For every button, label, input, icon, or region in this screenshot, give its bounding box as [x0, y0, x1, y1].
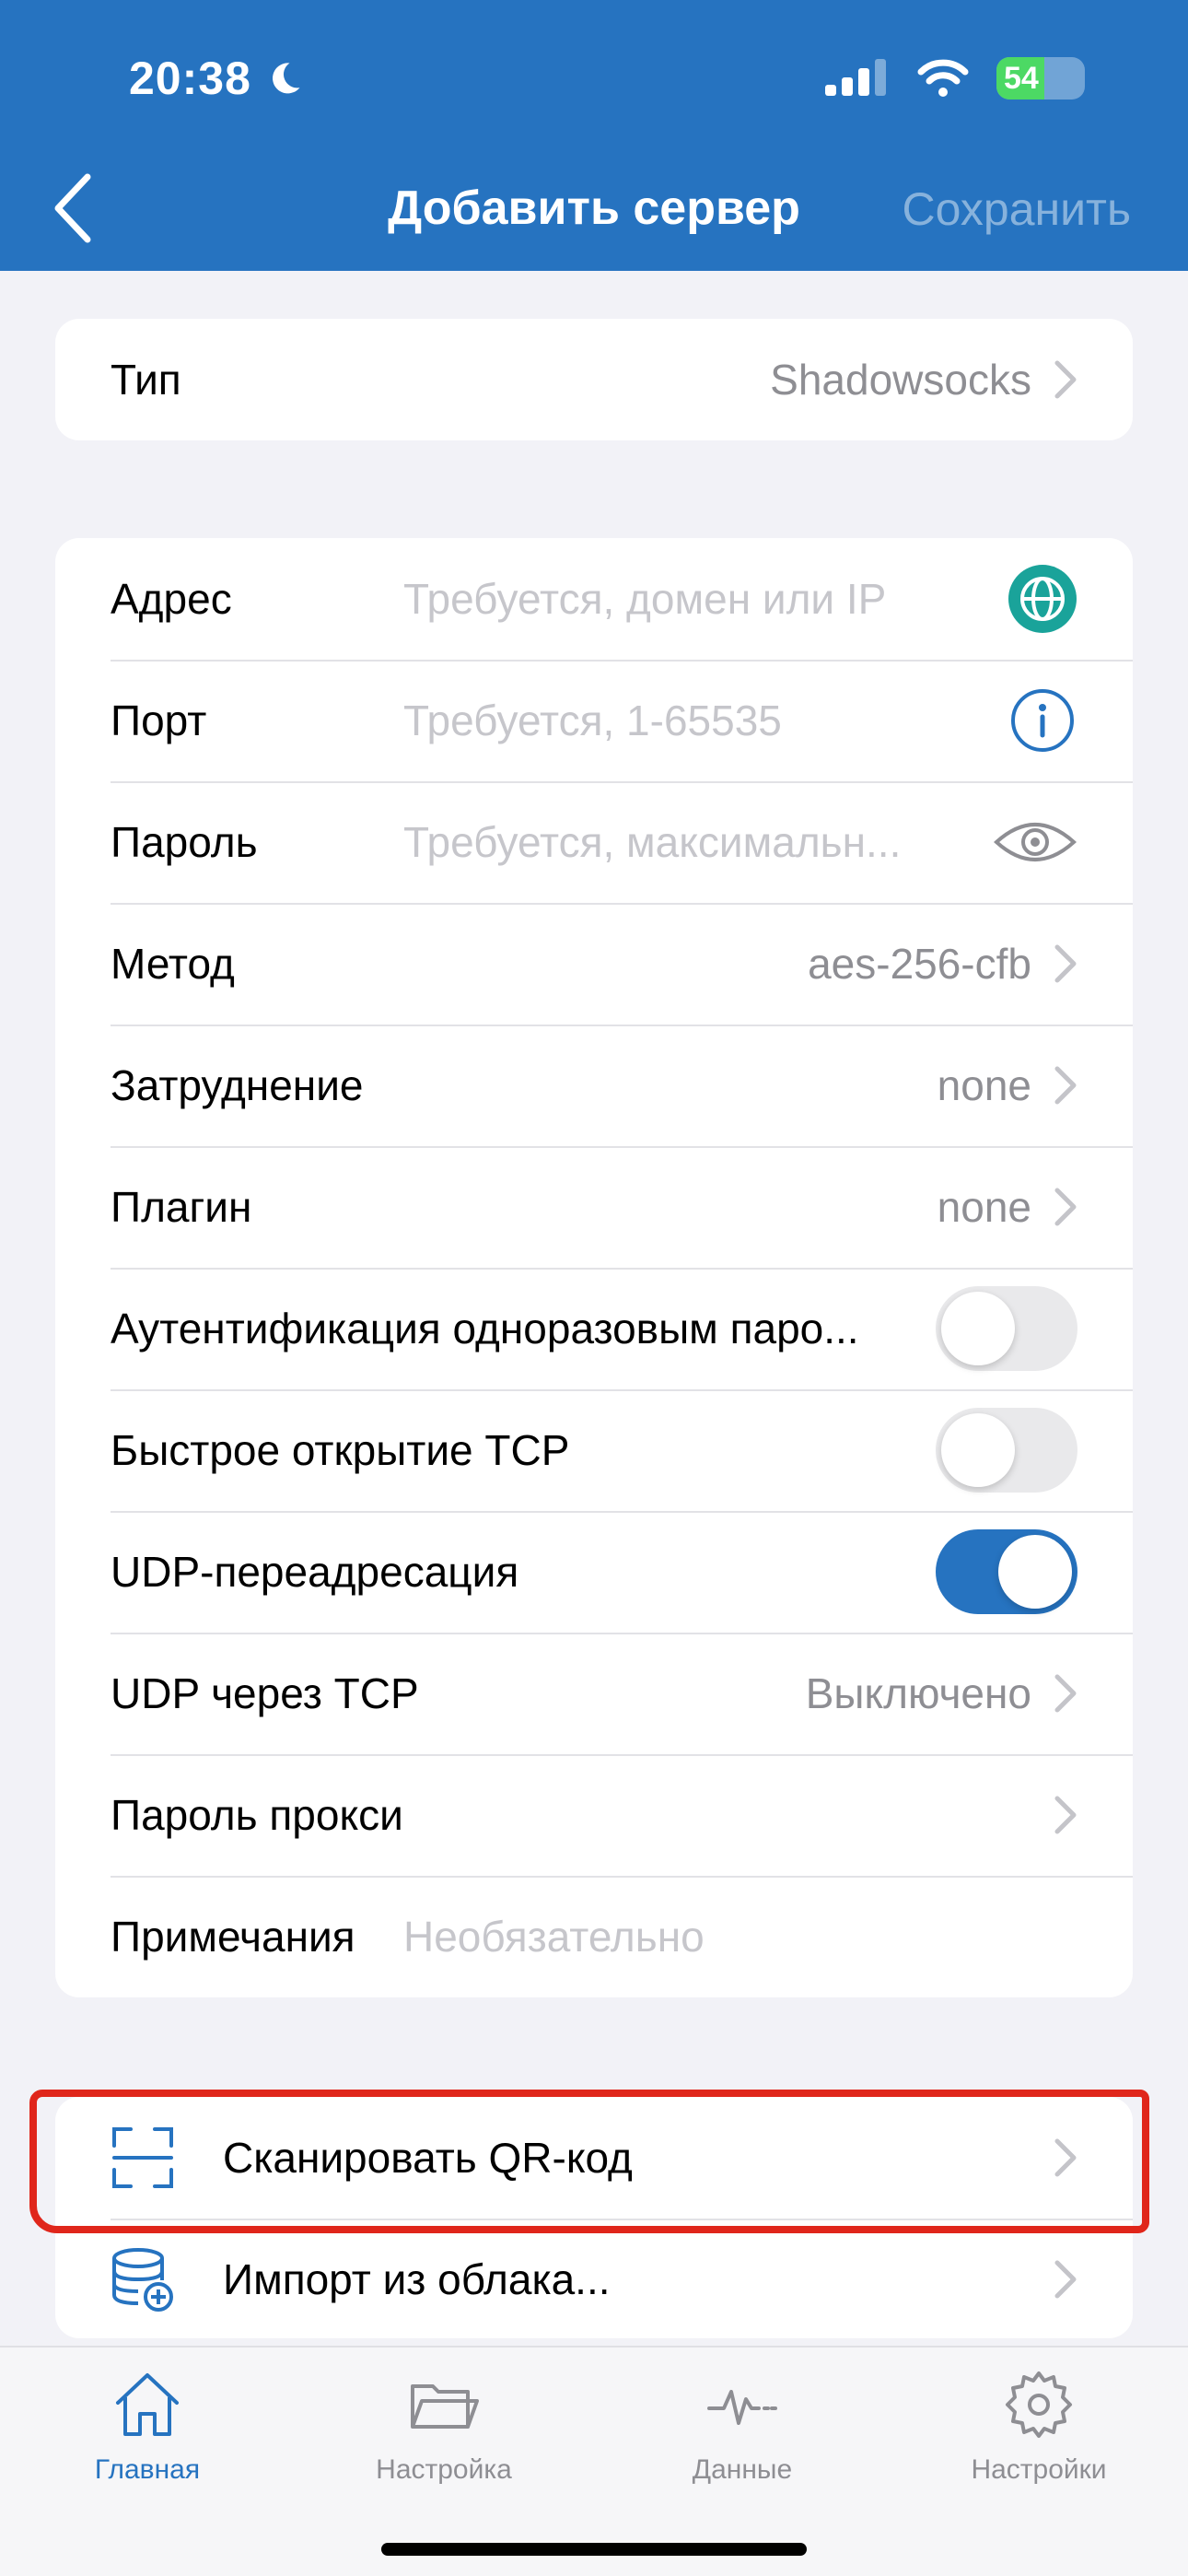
password-row: Пароль Требуется, максимальн...: [55, 781, 1133, 903]
qr-scan-icon: [112, 2127, 173, 2188]
password-input[interactable]: Требуется, максимальн...: [403, 817, 901, 867]
type-label: Тип: [111, 356, 181, 404]
plugin-row[interactable]: Плагин none: [55, 1146, 1133, 1268]
tab-data-label: Данные: [692, 2454, 793, 2485]
tcp-fast-open-row: Быстрое открытие TCP: [55, 1389, 1133, 1511]
method-label: Метод: [111, 940, 235, 988]
password-label: Пароль: [111, 818, 258, 866]
udp-over-tcp-value: Выключено: [805, 1669, 1031, 1717]
folder-icon: [411, 2384, 479, 2429]
tcp-fast-open-label: Быстрое открытие TCP: [111, 1426, 570, 1474]
home-icon: [116, 2373, 179, 2436]
home-indicator: [381, 2543, 807, 2556]
port-row: Порт Требуется, 1-65535: [55, 660, 1133, 781]
import-cloud-label: Импорт из облака...: [223, 2255, 611, 2303]
chevron-right-icon: [1054, 1674, 1077, 1713]
plugin-value: none: [937, 1183, 1031, 1231]
udp-relay-toggle[interactable]: [936, 1529, 1077, 1614]
udp-relay-label: UDP-переадресация: [111, 1548, 519, 1596]
eye-icon[interactable]: [993, 807, 1077, 877]
obfs-label: Затруднение: [111, 1061, 364, 1109]
chevron-right-icon: [1054, 2138, 1077, 2177]
tab-setup-label: Настройка: [376, 2454, 512, 2485]
proxy-password-label: Пароль прокси: [111, 1791, 403, 1839]
plugin-label: Плагин: [111, 1183, 252, 1231]
obfs-row[interactable]: Затруднение none: [55, 1025, 1133, 1146]
proxy-password-row[interactable]: Пароль прокси: [55, 1754, 1133, 1876]
tab-home-label: Главная: [94, 2454, 201, 2485]
scan-qr-row[interactable]: Сканировать QR-код: [55, 2097, 1133, 2219]
obfs-value: none: [937, 1061, 1031, 1109]
address-input[interactable]: Требуется, домен или IP: [403, 574, 886, 624]
status-time-text: 20:38: [129, 53, 251, 104]
scan-qr-label: Сканировать QR-код: [223, 2134, 633, 2182]
udp-over-tcp-row[interactable]: UDP через TCP Выключено: [55, 1633, 1133, 1754]
udp-over-tcp-label: UDP через TCP: [111, 1669, 419, 1717]
ota-toggle[interactable]: [936, 1286, 1077, 1371]
port-label: Порт: [111, 697, 207, 744]
method-value: aes-256-cfb: [808, 940, 1031, 988]
type-row[interactable]: Тип Shadowsocks: [55, 319, 1133, 440]
activity-icon: [707, 2390, 777, 2425]
ota-row: Аутентификация одноразовым паро...: [55, 1268, 1133, 1389]
status-indicators: 54: [825, 57, 1085, 100]
udp-relay-row: UDP-переадресация: [55, 1511, 1133, 1633]
notes-label: Примечания: [111, 1913, 355, 1961]
notes-input[interactable]: Необязательно: [403, 1912, 705, 1961]
method-row[interactable]: Метод aes-256-cfb: [55, 903, 1133, 1025]
globe-icon[interactable]: [1007, 564, 1077, 634]
save-button[interactable]: Сохранить: [903, 182, 1131, 236]
gear-icon: [1006, 2371, 1072, 2438]
chevron-right-icon: [1054, 2260, 1077, 2299]
type-value: Shadowsocks: [770, 356, 1031, 404]
tcp-fast-open-toggle[interactable]: [936, 1408, 1077, 1493]
address-row: Адрес Требуется, домен или IP: [55, 538, 1133, 660]
tab-home[interactable]: Главная: [37, 2368, 258, 2486]
database-add-icon: [112, 2248, 173, 2312]
cellular-icon: [825, 59, 886, 96]
chevron-right-icon: [1054, 1796, 1077, 1834]
tab-bar: Главная Настройка Данные Настройки: [0, 2346, 1188, 2576]
battery-level: 54: [1004, 60, 1039, 96]
chevron-right-icon: [1054, 944, 1077, 983]
actions-card: Сканировать QR-код Импорт из облака...: [55, 2097, 1133, 2338]
type-card: Тип Shadowsocks: [55, 319, 1133, 440]
wifi-icon: [917, 59, 969, 97]
moon-icon: [272, 63, 300, 94]
info-icon[interactable]: [1007, 685, 1077, 755]
tab-setup[interactable]: Настройка: [333, 2368, 554, 2486]
address-label: Адрес: [111, 575, 232, 623]
header: 20:38 54 Добавить сервер Сохранить: [0, 0, 1188, 271]
ota-label: Аутентификация одноразовым паро...: [111, 1305, 859, 1352]
status-time: 20:38: [129, 52, 305, 105]
tab-settings-label: Настройки: [971, 2454, 1107, 2485]
server-form-card: Адрес Требуется, домен или IP Порт Требу…: [55, 538, 1133, 1997]
chevron-right-icon: [1054, 1188, 1077, 1226]
tab-data[interactable]: Данные: [632, 2368, 853, 2486]
import-cloud-row[interactable]: Импорт из облака...: [55, 2219, 1133, 2338]
chevron-right-icon: [1054, 1066, 1077, 1105]
battery-indicator: 54: [996, 57, 1085, 100]
notes-row: Примечания Необязательно: [55, 1876, 1133, 1997]
chevron-right-icon: [1054, 360, 1077, 399]
tab-settings[interactable]: Настройки: [928, 2368, 1149, 2486]
port-input[interactable]: Требуется, 1-65535: [403, 696, 782, 745]
